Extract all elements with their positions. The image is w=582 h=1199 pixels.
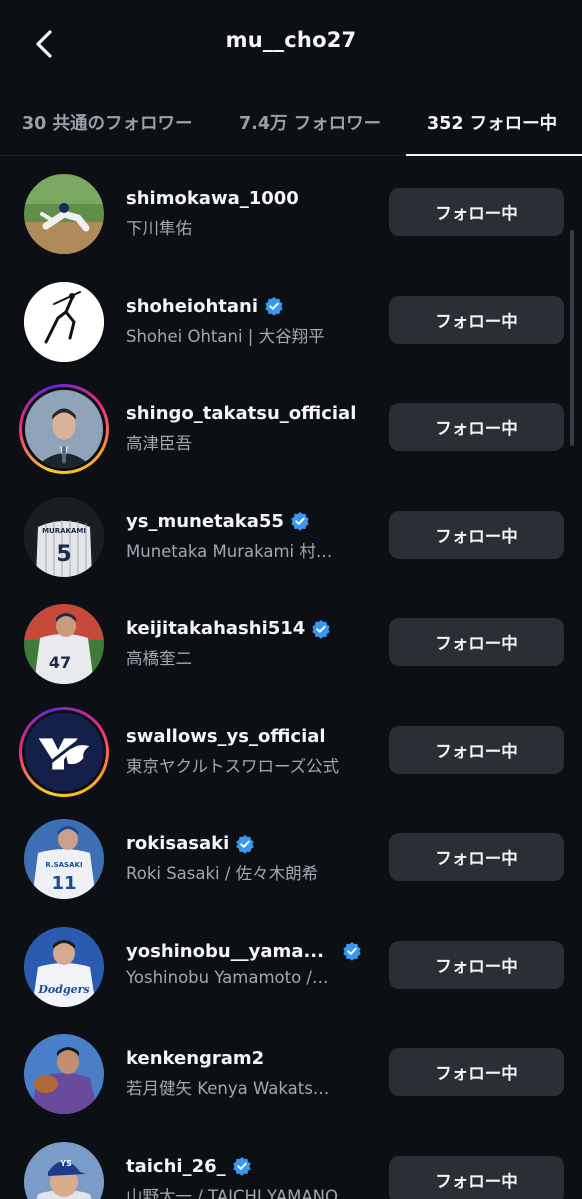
display-name: Munetaka Murakami 村… [126,541,333,561]
following-button[interactable]: フォロー中 [389,1048,564,1096]
sasaki-jersey-photo-icon: R.SASAKI 11 [24,819,104,899]
svg-text:YS: YS [59,1159,72,1168]
svg-text:MURAKAMI: MURAKAMI [42,527,86,535]
display-name: 高橋奎二 [126,649,192,668]
username[interactable]: ys_munetaka55 [126,511,310,532]
avatar[interactable] [19,169,109,259]
catcher-photo-icon [24,1034,104,1114]
list-item[interactable]: shoheiohtani Shohei Ohtani | 大谷翔平 フォロー中 [0,266,582,374]
svg-text:11: 11 [51,873,76,894]
verified-badge-icon [312,619,331,639]
swallows-logo-icon [25,712,103,791]
display-name: 山野太一 / TAICHI YAMANO [126,1186,338,1199]
list-item[interactable]: kenkengram2 若月健矢 Kenya Wakats… フォロー中 [0,1018,582,1126]
display-name: Roki Sasaki / 佐々木朗希 [126,864,319,883]
verified-badge-icon [291,512,309,531]
list-item[interactable]: shimokawa_1000 下川隼佑 フォロー中 [0,158,582,266]
display-name: 若月健矢 Kenya Wakats… [126,1079,330,1098]
list-item[interactable]: MURAKAMI 5 ys_munetaka55 Munetaka Muraka… [0,481,582,589]
display-name: 東京ヤクルトスワローズ公式 [126,756,340,776]
list-item[interactable]: R.SASAKI 11 rokisasaki Roki Sasaki / 佐々木… [0,803,582,911]
verified-badge-icon [236,834,254,854]
username[interactable]: shimokawa_1000 [126,188,299,209]
following-button[interactable]: フォロー中 [389,510,564,559]
jersey-photo-icon: MURAKAMI 5 [24,496,104,577]
display-name: 下川隼佑 [126,219,192,238]
svg-text:R.SASAKI: R.SASAKI [45,861,82,869]
list-item[interactable]: Dodgers yoshinobu__yama... Yoshinobu Yam… [0,911,582,1019]
following-button[interactable]: フォロー中 [389,618,564,666]
avatar-with-story-ring[interactable] [19,384,109,474]
display-name: Shohei Ohtani | 大谷翔平 [126,326,325,346]
dodgers-jersey-photo-icon: Dodgers [24,926,104,1007]
following-button[interactable]: フォロー中 [389,725,564,774]
avatar[interactable]: 47 [19,599,109,689]
list-item[interactable]: 47 keijitakahashi514 高橋奎二 フォロー中 [0,588,582,696]
username[interactable]: rokisasaki [126,833,255,854]
tab-followers[interactable]: 7.4万 フォロワー [239,110,381,135]
display-name: Yoshinobu Yamamoto /… [126,967,329,987]
active-tab-indicator [406,154,582,156]
username[interactable]: keijitakahashi514 [126,618,331,639]
username[interactable]: swallows_ys_official [126,726,326,747]
following-button[interactable]: フォロー中 [389,295,564,344]
list-item[interactable]: swallows_ys_official 東京ヤクルトスワローズ公式 フォロー中 [0,696,582,804]
player-cap-photo-icon: YS [24,1141,104,1199]
following-button[interactable]: フォロー中 [389,1155,564,1199]
avatar[interactable]: YS [19,1137,109,1199]
header: mu__cho27 [0,0,582,90]
verified-badge-icon [265,297,283,316]
avatar[interactable]: Dodgers [19,922,109,1012]
avatar[interactable]: R.SASAKI 11 [19,814,109,904]
username[interactable]: yoshinobu__yama... [126,941,362,962]
batter-logo-icon [24,281,104,362]
following-list: shimokawa_1000 下川隼佑 フォロー中 shoheiohtani S… [0,158,582,1199]
display-name: 高津臣吾 [126,434,192,453]
svg-text:Dodgers: Dodgers [37,983,89,996]
list-item[interactable]: shingo_takatsu_official 高津臣吾 フォロー中 [0,373,582,481]
pitcher-jersey-photo-icon: 47 [24,604,104,684]
avatar[interactable] [19,277,109,367]
svg-text:5: 5 [56,542,71,567]
pitcher-photo-icon [24,174,104,254]
avatar[interactable] [19,1029,109,1119]
username[interactable]: shingo_takatsu_official [126,403,356,424]
manager-photo-icon [25,390,103,468]
username[interactable]: taichi_26_ [126,1156,252,1177]
username[interactable]: kenkengram2 [126,1048,264,1069]
tab-mutual-followers[interactable]: 30 共通のフォロワー [22,110,192,135]
following-button[interactable]: フォロー中 [389,403,564,451]
avatar[interactable]: MURAKAMI 5 [19,492,109,582]
following-button[interactable]: フォロー中 [389,188,564,236]
tab-bar: 30 共通のフォロワー 7.4万 フォロワー 352 フォロー中 [0,96,582,156]
following-screen: mu__cho27 30 共通のフォロワー 7.4万 フォロワー 352 フォロ… [0,0,582,1199]
verified-badge-icon [232,1157,251,1176]
list-item[interactable]: YS taichi_26_ 山野太一 / TAICHI YAMANO フォロー中 [0,1126,582,1199]
avatar-with-story-ring[interactable] [19,706,109,797]
svg-text:47: 47 [49,653,71,672]
verified-badge-icon [343,942,361,961]
following-button[interactable]: フォロー中 [389,940,564,989]
tab-following[interactable]: 352 フォロー中 [427,110,557,135]
following-button[interactable]: フォロー中 [389,833,564,881]
username[interactable]: shoheiohtani [126,296,284,317]
page-title: mu__cho27 [225,28,357,52]
